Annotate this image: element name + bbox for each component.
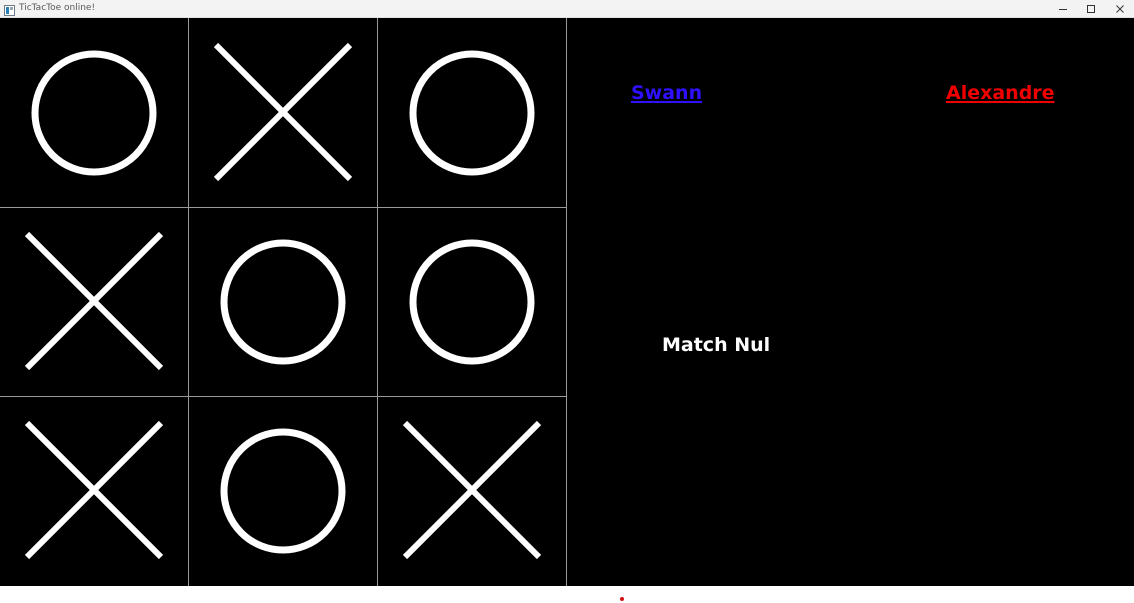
board-cell-8[interactable] bbox=[189, 396, 377, 584]
board-cell-1[interactable] bbox=[0, 18, 188, 206]
x-mark-icon bbox=[213, 42, 353, 182]
board-cell-6[interactable] bbox=[378, 207, 566, 395]
minimize-button[interactable] bbox=[1049, 0, 1077, 17]
o-mark-icon bbox=[409, 239, 535, 365]
o-mark-icon bbox=[220, 428, 346, 554]
maximize-icon bbox=[1086, 4, 1096, 14]
window-app-icon bbox=[4, 3, 15, 16]
close-button[interactable] bbox=[1106, 0, 1134, 17]
window-title: TicTacToe online! bbox=[19, 3, 96, 13]
match-result-text: Match Nul bbox=[662, 334, 771, 356]
status-dot bbox=[620, 597, 624, 601]
board-cell-5[interactable] bbox=[189, 207, 377, 395]
o-mark-icon bbox=[31, 50, 157, 176]
app-window: TicTacToe online! Swann Alexandre Match … bbox=[0, 0, 1134, 603]
player2-name: Alexandre bbox=[946, 82, 1055, 104]
minimize-icon bbox=[1058, 4, 1068, 14]
maximize-button[interactable] bbox=[1077, 0, 1105, 17]
o-mark-icon bbox=[409, 50, 535, 176]
board-cell-2[interactable] bbox=[189, 18, 377, 206]
bottom-strip bbox=[0, 586, 1134, 603]
board-cell-7[interactable] bbox=[0, 396, 188, 584]
tictactoe-board bbox=[0, 18, 567, 586]
title-bar[interactable]: TicTacToe online! bbox=[0, 0, 1134, 18]
board-cell-4[interactable] bbox=[0, 207, 188, 395]
board-cell-3[interactable] bbox=[378, 18, 566, 206]
x-mark-icon bbox=[402, 420, 542, 560]
close-icon bbox=[1115, 4, 1125, 14]
board-cell-9[interactable] bbox=[378, 396, 566, 584]
o-mark-icon bbox=[220, 239, 346, 365]
player1-name: Swann bbox=[631, 82, 703, 104]
x-mark-icon bbox=[24, 420, 164, 560]
x-mark-icon bbox=[24, 231, 164, 371]
grid-line-vertical bbox=[566, 18, 567, 586]
game-area: Swann Alexandre Match Nul bbox=[0, 18, 1134, 586]
